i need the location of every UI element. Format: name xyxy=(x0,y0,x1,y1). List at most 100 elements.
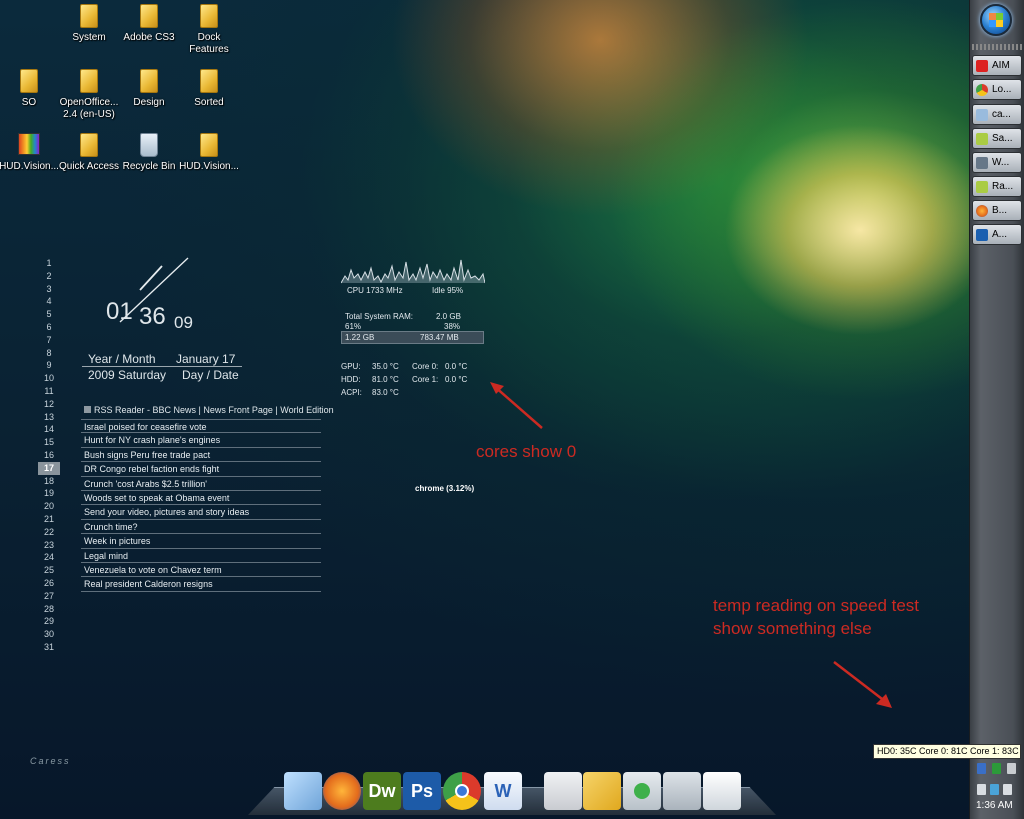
desktop-icon-quick-access[interactable]: Quick Access xyxy=(58,133,120,173)
desktop-icon-system[interactable]: System xyxy=(58,4,120,44)
cpu-graph xyxy=(341,259,485,284)
rss-item[interactable]: Send your video, pictures and story idea… xyxy=(81,505,321,520)
calendar-day: 19 xyxy=(43,488,54,499)
taskbar-button-photoshop[interactable]: A... xyxy=(972,224,1022,245)
taskbar-button-chrome[interactable]: Lo... xyxy=(972,79,1022,100)
taskbar-button-notepad-1[interactable]: Sa... xyxy=(972,128,1022,149)
ram-used-percent: 61% xyxy=(345,322,362,331)
tray-volume-icon[interactable] xyxy=(1003,784,1012,795)
taskbar-button-notepad-2[interactable]: Ra... xyxy=(972,176,1022,197)
rss-item[interactable]: Bush signs Peru free trade pact xyxy=(81,448,321,463)
dock-download-folder-icon[interactable] xyxy=(623,772,661,810)
calendar-day: 12 xyxy=(43,398,54,409)
calendar-day: 4 xyxy=(46,296,52,307)
rss-item[interactable]: Week in pictures xyxy=(81,534,321,549)
dock-tools-icon[interactable] xyxy=(583,772,621,810)
core1-label: Core 1: xyxy=(412,375,439,384)
tray-flag-icon[interactable] xyxy=(977,784,986,795)
tray-monitor-icon[interactable] xyxy=(992,763,1001,774)
calendar-day: 7 xyxy=(46,334,52,345)
calendar-day: 22 xyxy=(43,526,54,537)
taskbar-button-window[interactable]: W... xyxy=(972,152,1022,173)
rss-item[interactable]: Legal mind xyxy=(81,549,321,563)
desktop-icon-label: Design xyxy=(133,97,165,108)
calendar-day: 15 xyxy=(43,437,54,448)
recycle-bin-icon xyxy=(140,133,158,157)
rss-title: RSS Reader - BBC News | News Front Page … xyxy=(94,405,334,415)
document-icon xyxy=(976,108,988,121)
rss-item[interactable]: Crunch time? xyxy=(81,520,321,535)
hdd-temp: 81.0 °C xyxy=(372,375,399,384)
tray-network-status-icon[interactable] xyxy=(990,784,999,795)
annotation-arrow-cores xyxy=(490,382,543,429)
taskbar-button-document[interactable]: ca... xyxy=(972,104,1022,125)
firefox-icon xyxy=(976,204,988,217)
desktop-icon-openoffice[interactable]: OpenOffice... 2.4 (en-US) xyxy=(58,69,120,121)
rss-item[interactable]: Venezuela to vote on Chavez term xyxy=(81,563,321,578)
dock-folder-icon[interactable] xyxy=(663,772,701,810)
calendar-day: 31 xyxy=(43,641,54,652)
desktop-icon-design[interactable]: Design xyxy=(118,69,180,109)
folder-icon xyxy=(200,69,218,93)
rss-icon xyxy=(84,406,91,413)
calendar-day: 3 xyxy=(46,283,52,294)
dock-dreamweaver-icon[interactable]: Dw xyxy=(363,772,401,810)
year-weekday: 2009 Saturday xyxy=(88,368,167,382)
desktop-icon-dock-features[interactable]: Dock Features xyxy=(178,4,240,56)
rss-item[interactable]: Israel poised for ceasefire vote xyxy=(81,419,321,434)
desktop-icon-recycle-bin[interactable]: Recycle Bin xyxy=(118,133,180,173)
date-divider xyxy=(82,366,242,367)
desktop-icon-hud-vision-2[interactable]: HUD.Vision... xyxy=(178,133,240,173)
watermark: Caress xyxy=(30,756,71,766)
ram-used: 1.22 GB xyxy=(345,333,375,342)
calendar-day: 6 xyxy=(46,321,52,332)
rss-item[interactable]: Hunt for NY crash plane's engines xyxy=(81,433,321,448)
calendar-days: 1 2 3 4 5 6 7 8 9 10 11 12 13 14 15 16 1… xyxy=(38,257,60,654)
acpi-label: ACPI: xyxy=(341,388,362,397)
taskbar-clock[interactable]: 1:36 AM xyxy=(976,800,1013,811)
dock-chrome-icon[interactable] xyxy=(443,772,481,810)
rss-item[interactable]: DR Congo rebel faction ends fight xyxy=(81,462,321,477)
dock-word-icon[interactable]: W xyxy=(484,772,522,810)
taskbar-button-aim[interactable]: AIM xyxy=(972,55,1022,76)
calendar-day: 30 xyxy=(43,629,54,640)
dock-firefox-icon[interactable] xyxy=(323,772,361,810)
dock-documents-icon[interactable] xyxy=(703,772,741,810)
clock-hours: 01 xyxy=(106,298,133,325)
clock-seconds: 09 xyxy=(174,313,193,332)
hdd-label: HDD: xyxy=(341,375,361,384)
day-date-label: Day / Date xyxy=(182,368,239,382)
dock-photoshop-icon[interactable]: Ps xyxy=(403,772,441,810)
rss-list: Israel poised for ceasefire vote Hunt fo… xyxy=(81,419,321,592)
ram-free: 783.47 MB xyxy=(420,333,459,342)
cpu-frequency: CPU 1733 MHz xyxy=(347,286,403,295)
desktop-icon-label: Recycle Bin xyxy=(122,161,176,172)
desktop-icon-adobe-cs3[interactable]: Adobe CS3 xyxy=(118,4,180,44)
calendar-day: 20 xyxy=(43,501,54,512)
rss-item[interactable]: Real president Calderon resigns xyxy=(81,577,321,592)
start-button[interactable] xyxy=(980,4,1012,36)
notepad-icon xyxy=(976,132,988,145)
desktop-icon-hud-vision-1[interactable]: HUD.Vision... xyxy=(0,133,60,173)
desktop-icon-label: Quick Access xyxy=(58,161,120,172)
core0-label: Core 0: xyxy=(412,362,439,371)
calendar-day: 11 xyxy=(44,385,54,396)
dock-presentation-icon[interactable] xyxy=(544,772,582,810)
rss-item[interactable]: Crunch 'cost Arabs $2.5 trillion' xyxy=(81,477,321,491)
tray-network-icon[interactable] xyxy=(977,763,986,774)
calendar-day: 23 xyxy=(43,539,54,550)
taskbar-button-firefox[interactable]: B... xyxy=(972,200,1022,221)
calendar-day: 18 xyxy=(43,475,54,486)
annotation-temp-line2: show something else xyxy=(713,619,872,638)
rss-item[interactable]: Woods set to speak at Obama event xyxy=(81,491,321,506)
tray-app-icon[interactable] xyxy=(1007,763,1016,774)
folder-icon xyxy=(80,69,98,93)
desktop-icon-so[interactable]: SO xyxy=(0,69,60,109)
hud-vision-icon xyxy=(18,133,40,155)
desktop-icon-label: SO xyxy=(21,97,37,108)
top-process: chrome (3.12%) xyxy=(415,484,475,493)
calendar-day: 24 xyxy=(43,552,54,563)
desktop-icon-sorted[interactable]: Sorted xyxy=(178,69,240,109)
dock-text-editor-icon[interactable] xyxy=(284,772,322,810)
folder-icon xyxy=(200,4,218,28)
